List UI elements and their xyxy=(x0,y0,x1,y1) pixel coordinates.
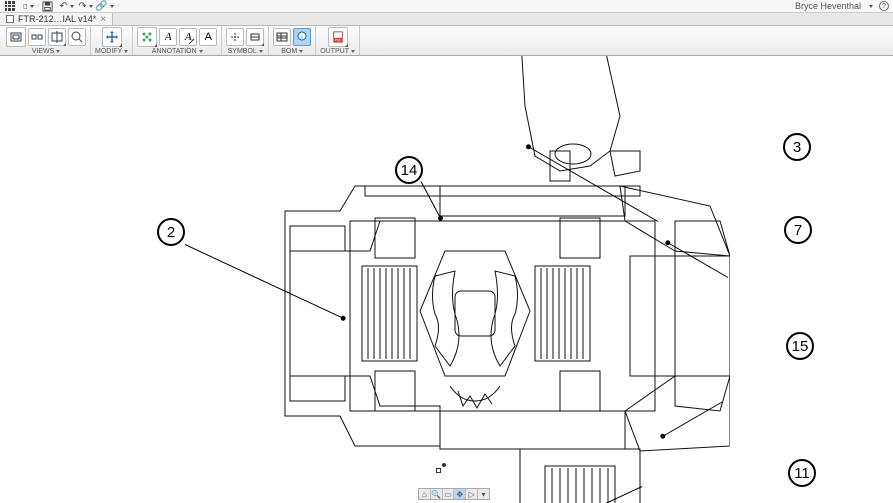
ribbon-label-annotation[interactable]: ANNOTATION xyxy=(152,47,203,55)
user-name[interactable]: Bryce Heventhal xyxy=(795,1,861,11)
centerline-button[interactable] xyxy=(226,28,244,46)
ribbon-group-views: VIEWS xyxy=(2,26,91,55)
help-icon[interactable]: ? xyxy=(879,1,889,11)
file-menu-icon[interactable] xyxy=(23,1,34,12)
nav-home-icon[interactable]: ⌂ xyxy=(419,489,431,499)
close-tab-icon[interactable]: × xyxy=(100,14,106,25)
ribbon-label-bom[interactable]: BOM xyxy=(281,47,303,55)
section-view-button[interactable] xyxy=(48,28,66,46)
surface-button[interactable] xyxy=(246,28,264,46)
document-icon xyxy=(6,15,14,23)
nav-select-icon[interactable]: ▷ xyxy=(466,489,478,499)
balloon-callout[interactable]: 15 xyxy=(786,332,814,360)
ribbon-label-output[interactable]: OUTPUT xyxy=(320,47,355,55)
leader-button[interactable]: A xyxy=(179,28,197,46)
pdf-export-button[interactable]: PDF xyxy=(328,27,348,47)
balloon-callout[interactable]: 11 xyxy=(788,459,816,487)
document-tab-label: FTR-212…IAL v14* xyxy=(18,14,96,24)
view-nav-toolbar: ⌂ 🔍 ▭ ✥ ▷ ▾ xyxy=(418,488,490,500)
document-tab-bar: FTR-212…IAL v14* × xyxy=(0,13,893,26)
svg-text:i: i xyxy=(302,35,303,41)
balloon-button[interactable]: i xyxy=(293,28,311,46)
undo-icon[interactable]: ↶ xyxy=(61,1,72,12)
top-menu-bar: ↶ ↷ 🔗 Bryce Heventhal ? xyxy=(0,0,893,13)
link-icon[interactable]: 🔗 xyxy=(99,1,110,12)
ribbon-group-output: PDF OUTPUT xyxy=(316,26,360,55)
svg-text:PDF: PDF xyxy=(334,38,341,42)
save-icon[interactable] xyxy=(42,1,53,12)
balloon-callout[interactable]: 3 xyxy=(783,133,811,161)
ribbon-group-annotation: A A A ANNOTATION xyxy=(133,26,222,55)
user-menu-dropdown-icon[interactable] xyxy=(867,1,873,11)
move-button[interactable] xyxy=(102,27,122,47)
drawing-canvas[interactable]: 14 2 3 7 15 11 xyxy=(0,56,893,503)
table-button[interactable] xyxy=(273,28,291,46)
balloon-callout[interactable]: 7 xyxy=(784,216,812,244)
balloon-callout[interactable]: 2 xyxy=(157,218,185,246)
detail-view-button[interactable] xyxy=(68,28,86,46)
projected-view-button[interactable] xyxy=(28,28,46,46)
ribbon-group-symbol: SYMBOL xyxy=(222,26,269,55)
ribbon-label-modify[interactable]: MODIFY xyxy=(95,47,128,55)
balloon-callout[interactable]: 14 xyxy=(395,156,423,184)
nav-fit-icon[interactable]: ▭ xyxy=(443,489,455,499)
nav-pan-icon[interactable]: ✥ xyxy=(454,489,466,499)
app-menu-icon[interactable] xyxy=(4,1,15,12)
text-button[interactable]: A xyxy=(159,28,177,46)
base-view-button[interactable] xyxy=(6,27,26,47)
redo-icon[interactable]: ↷ xyxy=(80,1,91,12)
ribbon-label-symbol[interactable]: SYMBOL xyxy=(228,47,263,55)
note-button[interactable]: A xyxy=(199,28,217,46)
top-bar-right: Bryce Heventhal ? xyxy=(795,1,889,11)
cursor-indicator xyxy=(436,463,446,473)
ribbon-toolbar: VIEWS MODIFY A A A ANNOTATION SYMBOL i B… xyxy=(0,26,893,56)
nav-zoom-icon[interactable]: 🔍 xyxy=(431,489,443,499)
dimension-button[interactable] xyxy=(137,27,157,47)
ribbon-group-bom: i BOM xyxy=(269,26,316,55)
ribbon-label-views[interactable]: VIEWS xyxy=(32,47,61,55)
ribbon-group-modify: MODIFY xyxy=(91,26,133,55)
top-bar-left: ↶ ↷ 🔗 xyxy=(4,1,110,12)
document-tab[interactable]: FTR-212…IAL v14* × xyxy=(0,13,113,25)
nav-more-icon[interactable]: ▾ xyxy=(478,489,489,499)
